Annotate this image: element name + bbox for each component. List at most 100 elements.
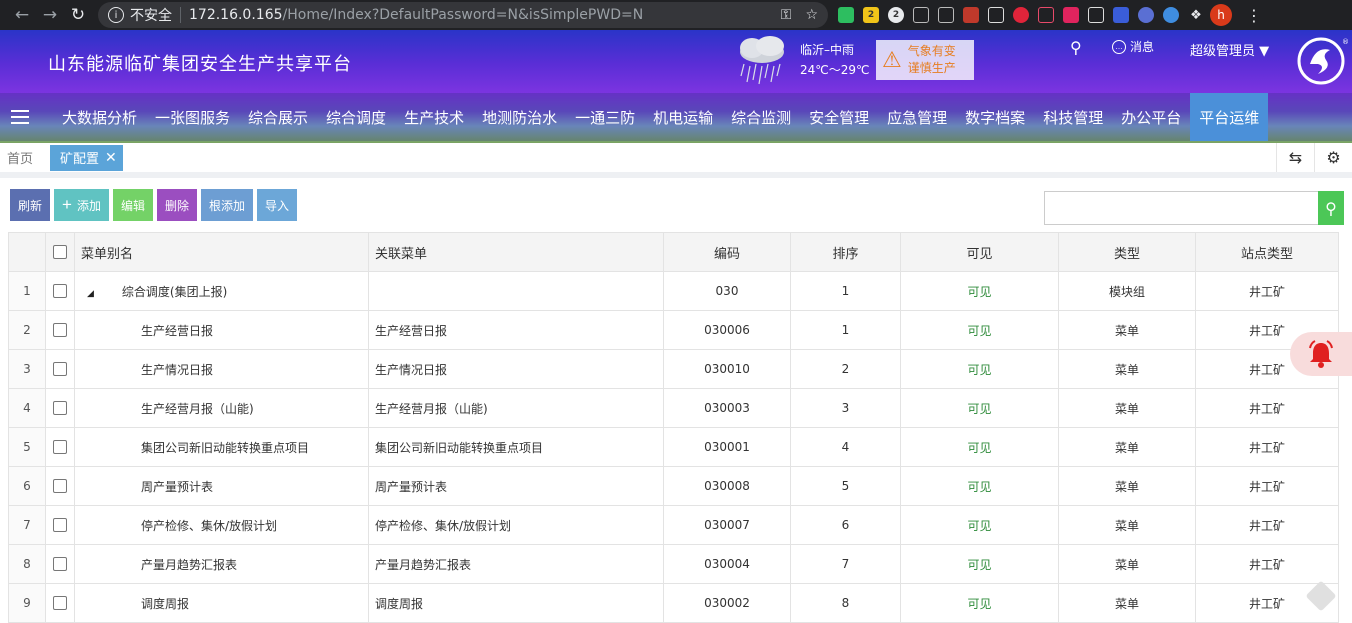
user-menu[interactable]: 超级管理员 ▼ [1190,40,1269,59]
close-tab-icon[interactable]: ✕ [105,150,117,166]
company-logo: ® [1297,37,1348,85]
browser-menu-icon[interactable]: ⋮ [1246,6,1262,25]
table-row[interactable]: 6 周产量预计表 周产量预计表 030008 5 可见 菜单 井工矿 [8,466,1339,506]
tab-mine-config[interactable]: 矿配置 ✕ [50,144,123,171]
edit-button[interactable]: 编辑 [112,189,153,221]
table-row[interactable]: 8 产量月趋势汇报表 产量月趋势汇报表 030004 7 可见 菜单 井工矿 [8,544,1339,584]
visible-cell: 可见 [900,505,1059,545]
row-checkbox[interactable] [53,323,67,338]
header-search-icon[interactable]: ⚲ [1070,38,1082,57]
menu-archives[interactable]: 数字档案 [956,93,1034,141]
search-input[interactable] [1044,191,1320,225]
column-header[interactable]: 可见 [900,232,1059,272]
url-host: 172.16.0.165 [189,7,283,23]
glasses-extension-icon[interactable] [988,7,1004,23]
table-row[interactable]: 9 调度周报 调度周报 030002 8 可见 菜单 井工矿 [8,583,1339,623]
puzzle-extensions-icon[interactable]: ❖ [1188,7,1204,23]
menu-office[interactable]: 办公平台 [1112,93,1190,141]
table-row[interactable]: 1 ◢ 综合调度(集团上报) 030 1 可见 模块组 井工矿 [8,271,1339,311]
chat-bubble-icon: … [1112,39,1126,54]
row-checkbox[interactable] [53,596,67,611]
collapse-triangle-icon[interactable]: ◢ [87,289,94,299]
menu-tech-management[interactable]: 科技管理 [1034,93,1112,141]
blue-extension-icon[interactable] [1163,7,1179,23]
row-number: 3 [8,349,46,389]
rain-cloud-icon [740,36,784,85]
note-extension-icon[interactable]: 2 [863,7,879,23]
owl-extension-icon[interactable] [1138,7,1154,23]
alarm-bell-button[interactable] [1290,332,1352,376]
row-checkbox[interactable] [53,284,67,299]
tab-home[interactable]: 首页 [0,148,40,167]
row-checkbox[interactable] [53,557,67,572]
info-icon[interactable]: i [108,7,124,23]
row-checkbox[interactable] [53,362,67,377]
table-row[interactable]: 7 停产检修、集休/放假计划 停产检修、集休/放假计划 030007 6 可见 … [8,505,1339,545]
address-bar[interactable]: i 不安全 172.16.0.165 /Home/Index?DefaultPa… [98,2,828,28]
root-add-button[interactable]: 根添加 [201,189,254,221]
search-button-icon[interactable]: ⚲ [1318,191,1344,225]
row-checkbox[interactable] [53,401,67,416]
table-row[interactable]: 3 生产情况日报 生产情况日报 030010 2 可见 菜单 井工矿 [8,349,1339,389]
type-cell: 菜单 [1058,583,1196,623]
weather-temperature: 24℃～29℃ [800,63,870,77]
forward-arrow-icon[interactable]: → [36,1,64,29]
row-checkbox[interactable] [53,518,67,533]
profile-avatar[interactable]: h [1210,4,1232,26]
delete-button[interactable]: 删除 [156,189,197,221]
menu-dispatch[interactable]: 综合调度 [317,93,395,141]
red-drop-extension-icon[interactable] [1013,7,1029,23]
reload-icon[interactable]: ↻ [64,1,92,29]
table-row[interactable]: 4 生产经营月报（山能) 生产经营月报（山能) 030003 3 可见 菜单 井… [8,388,1339,428]
pink-extension-icon[interactable] [1063,7,1079,23]
table-row[interactable]: 2 生产经营日报 生产经营日报 030006 1 可见 菜单 井工矿 [8,310,1339,350]
menu-monitoring[interactable]: 综合监测 [722,93,800,141]
menu-ventilation[interactable]: 一通三防 [566,93,644,141]
messages-button[interactable]: … 消息 [1112,38,1154,55]
menu-alias-cell: 调度周报 [74,583,369,623]
menu-electromech[interactable]: 机电运输 [644,93,722,141]
hamburger-menu-icon[interactable] [0,93,40,141]
add-button[interactable]: + 添加 [54,189,109,221]
pocket-extension-icon[interactable] [1088,7,1104,23]
row-checkbox[interactable] [53,440,67,455]
import-button[interactable]: 导入 [257,189,298,221]
column-header[interactable]: 排序 [790,232,901,272]
menu-platform-ops[interactable]: 平台运维 [1190,93,1269,141]
triangle-extension-icon[interactable] [1113,7,1129,23]
column-header[interactable]: 类型 [1058,232,1196,272]
select-all-checkbox[interactable] [53,245,67,259]
table-row[interactable]: 5 集团公司新旧动能转换重点项目 集团公司新旧动能转换重点项目 030001 4… [8,427,1339,467]
row-number: 5 [8,427,46,467]
row-number: 4 [8,388,46,428]
column-header[interactable]: 站点类型 [1195,232,1339,272]
evernote-extension-icon[interactable] [838,7,854,23]
menu-geology-water[interactable]: 地测防治水 [473,93,566,141]
text-extension-icon[interactable] [938,7,954,23]
column-header[interactable]: 菜单别名 [74,232,369,272]
menu-emergency[interactable]: 应急管理 [878,93,956,141]
ublock-extension-icon[interactable] [963,7,979,23]
menu-display[interactable]: 综合展示 [239,93,317,141]
row-checkbox[interactable] [53,479,67,494]
menu-production-tech[interactable]: 生产技术 [395,93,473,141]
key-icon[interactable]: ⚿ [781,7,792,23]
add-label: 添加 [76,198,101,213]
refresh-button[interactable]: 刷新 [10,189,51,221]
tv-extension-icon[interactable] [1038,7,1054,23]
menu-big-data[interactable]: 大数据分析 [40,93,146,141]
order-cell: 6 [790,505,901,545]
menu-safety[interactable]: 安全管理 [800,93,878,141]
menu-alias-cell: ◢ 综合调度(集团上报) [74,271,369,311]
settings-gear-icon[interactable]: ⚙ [1314,143,1352,172]
column-header[interactable]: 编码 [663,232,791,272]
bookmark-star-icon[interactable]: ☆ [805,7,818,23]
menu-map-service[interactable]: 一张图服务 [146,93,239,141]
row-number: 8 [8,544,46,584]
column-header[interactable]: 关联菜单 [368,232,664,272]
refresh-tabs-icon[interactable]: ⇆ [1276,143,1314,172]
sync-extension-icon[interactable]: 2 [888,7,904,23]
order-cell: 2 [790,349,901,389]
shield-extension-icon[interactable] [913,7,929,23]
back-arrow-icon[interactable]: ← [8,1,36,29]
